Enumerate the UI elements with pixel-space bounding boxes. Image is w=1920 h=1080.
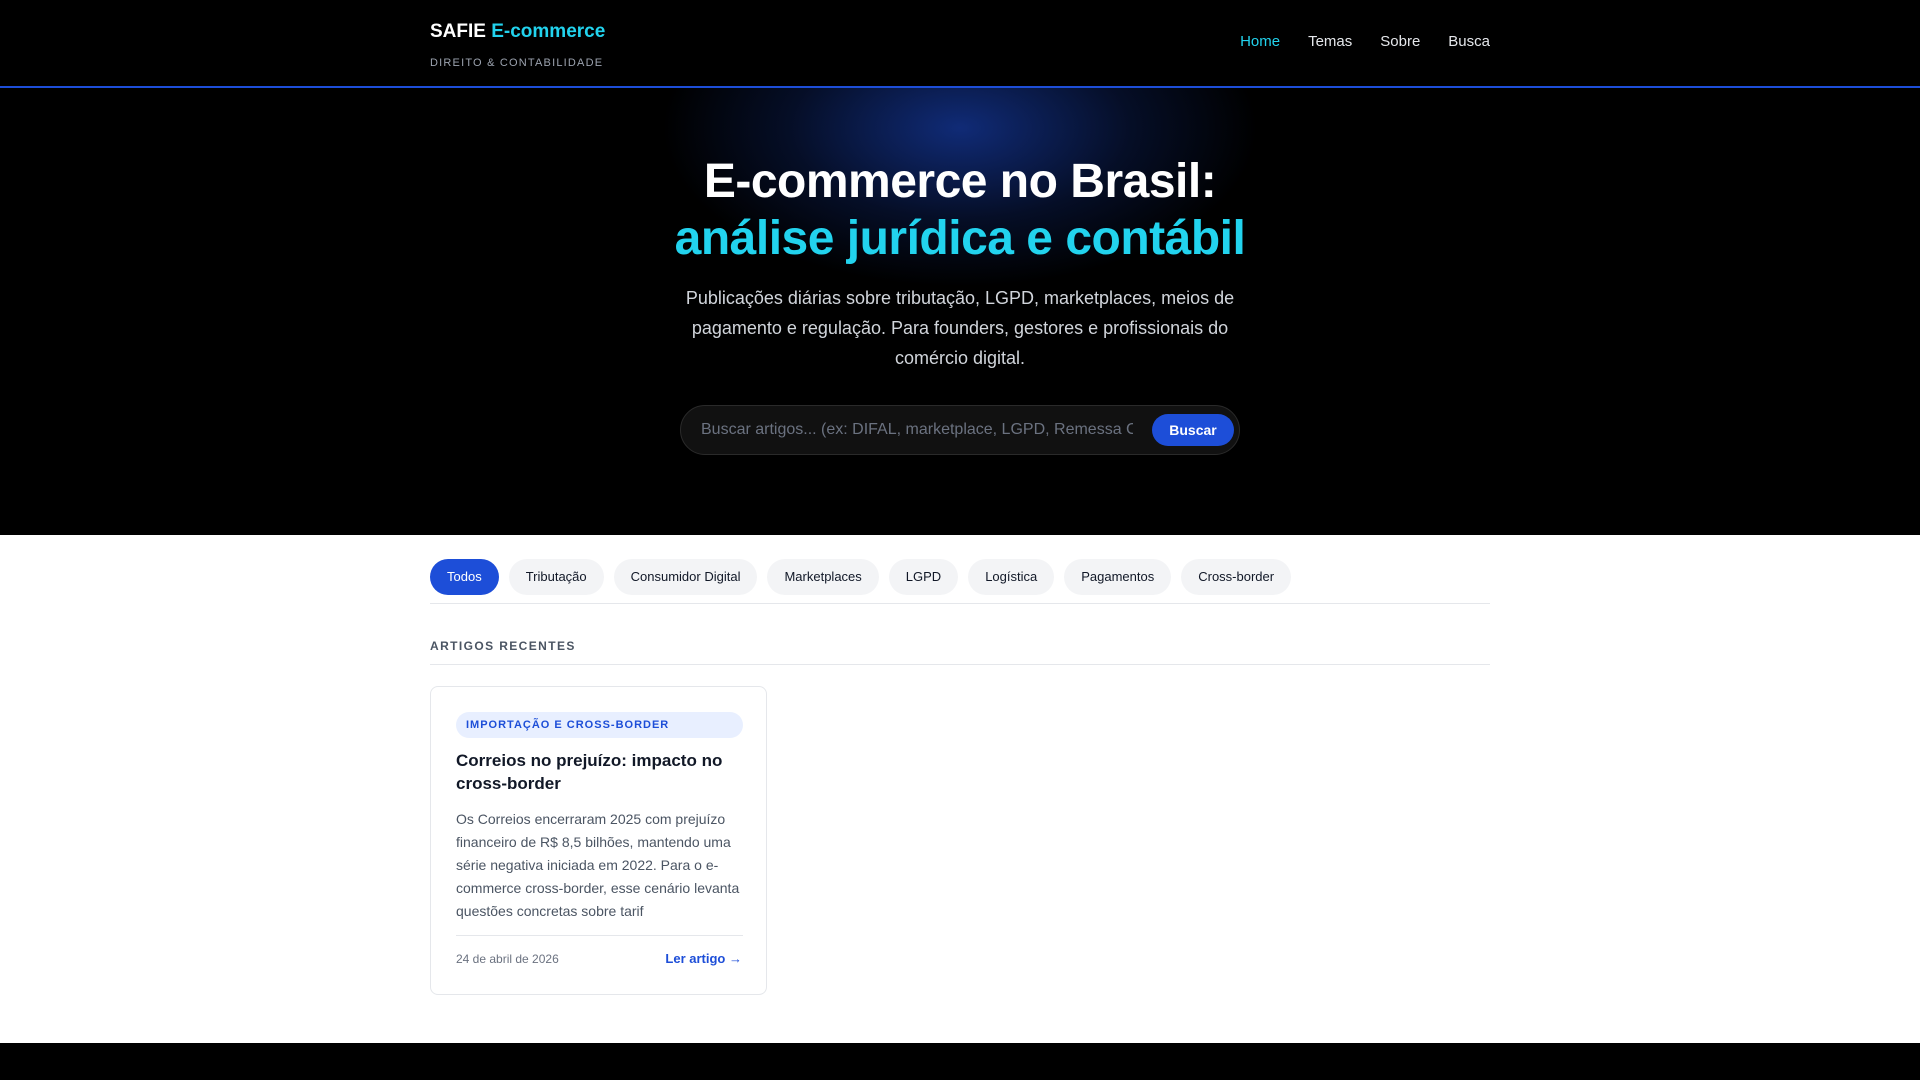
filter-lgpd[interactable]: LGPD <box>888 559 959 595</box>
brand-name: SAFIE <box>430 21 486 42</box>
filter-tributacao[interactable]: Tributação <box>508 559 604 595</box>
filter-todos[interactable]: Todos <box>430 559 499 595</box>
filter-cross-border[interactable]: Cross-border <box>1181 559 1292 595</box>
brand-logo[interactable]: SAFIE E-commerce DIREITO & CONTABILIDADE <box>430 21 605 69</box>
article-date: 24 de abril de 2026 <box>456 952 559 966</box>
nav-temas[interactable]: Temas <box>1308 33 1352 50</box>
filter-logistica[interactable]: Logística <box>968 559 1055 595</box>
filter-marketplaces[interactable]: Marketplaces <box>767 559 879 595</box>
filters-divider <box>430 603 1490 604</box>
filter-pagamentos[interactable]: Pagamentos <box>1064 559 1172 595</box>
brand-accent: E-commerce <box>491 21 606 42</box>
section-heading: ARTIGOS RECENTES <box>430 639 576 653</box>
section-divider <box>430 664 1490 665</box>
hero-subtitle: análise jurídica e contábil <box>674 212 1246 265</box>
article-card[interactable]: IMPORTAÇÃO E CROSS-BORDER Correios no pr… <box>430 686 767 995</box>
nav-sobre[interactable]: Sobre <box>1380 33 1420 50</box>
brand-tagline: DIREITO & CONTABILIDADE <box>430 57 604 69</box>
search-box: Buscar <box>680 405 1240 455</box>
hero-description: Publicações diárias sobre tributação, LG… <box>685 288 1235 368</box>
site-footer <box>0 1043 1920 1080</box>
hero-section: E-commerce no Brasil: análise jurídica e… <box>0 88 1920 535</box>
nav-busca[interactable]: Busca <box>1448 33 1490 50</box>
brand-title: SAFIE E-commerce <box>430 21 605 43</box>
category-filters: Todos Tributação Consumidor Digital Mark… <box>430 559 1490 595</box>
article-category-badge: IMPORTAÇÃO E CROSS-BORDER <box>456 712 743 738</box>
article-title[interactable]: Correios no prejuízo: impacto no cross-b… <box>456 749 743 795</box>
nav-home[interactable]: Home <box>1240 33 1280 50</box>
hero-title: E-commerce no Brasil: <box>703 155 1217 208</box>
main-nav: Home Temas Sobre Busca <box>1240 33 1490 50</box>
search-button[interactable]: Buscar <box>1152 414 1234 446</box>
site-header: SAFIE E-commerce DIREITO & CONTABILIDADE… <box>0 0 1920 88</box>
card-divider <box>456 935 743 936</box>
read-article-link[interactable]: Ler artigo → <box>665 951 742 966</box>
search-input[interactable] <box>701 406 1133 454</box>
article-excerpt: Os Correios encerraram 2025 com prejuízo… <box>456 811 740 919</box>
filter-consumidor-digital[interactable]: Consumidor Digital <box>613 559 758 595</box>
